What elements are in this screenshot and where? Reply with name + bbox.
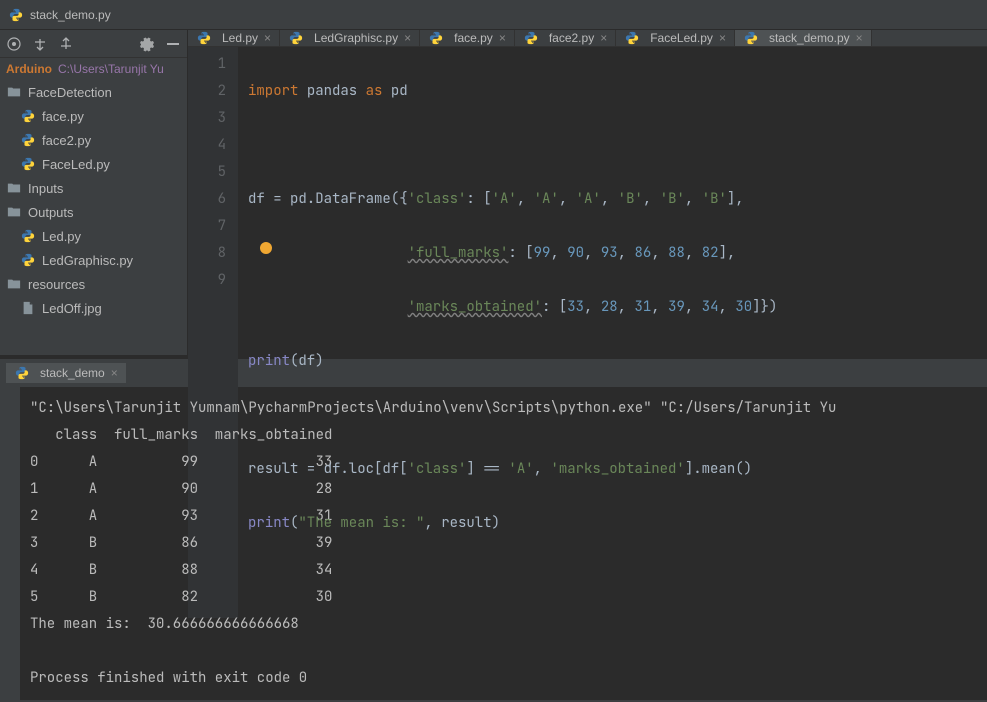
tree-item-label: face.py [42, 109, 84, 124]
tree-item[interactable]: Outputs [0, 200, 187, 224]
project-sidebar: Arduino C:\Users\Tarunjit Yu FaceDetecti… [0, 30, 188, 355]
tab-label: face.py [454, 31, 493, 45]
console-gutter [0, 387, 20, 700]
line-number: 4 [188, 132, 226, 159]
editor-tab[interactable]: LedGraphisc.py × [280, 30, 420, 46]
line-number: 1 [188, 51, 226, 78]
line-number: 8 [188, 240, 226, 267]
close-icon[interactable]: × [719, 31, 726, 45]
close-icon[interactable]: × [404, 31, 411, 45]
tab-label: FaceLed.py [650, 31, 713, 45]
title-bar: stack_demo.py [0, 0, 987, 30]
tree-item[interactable]: face2.py [0, 128, 187, 152]
tab-label: stack_demo.py [769, 31, 850, 45]
tree-item[interactable]: LedOff.jpg [0, 296, 187, 320]
line-number: 3 [188, 105, 226, 132]
project-name: Arduino [6, 62, 52, 76]
project-tree[interactable]: FaceDetection face.py face2.py FaceLed.py In… [0, 80, 187, 355]
line-number: 5 [188, 159, 226, 186]
tree-item[interactable]: resources [0, 272, 187, 296]
python-file-icon [743, 30, 759, 46]
close-icon[interactable]: × [499, 31, 506, 45]
close-icon[interactable]: × [111, 366, 118, 380]
tree-item-label: LedOff.jpg [42, 301, 102, 316]
tree-item[interactable]: LedGraphisc.py [0, 248, 187, 272]
python-file-icon [624, 30, 640, 46]
hide-icon[interactable] [165, 36, 181, 52]
tree-item-label: FaceLed.py [42, 157, 110, 172]
line-number: 2 [188, 78, 226, 105]
tree-item-label: resources [28, 277, 85, 292]
editor-tab[interactable]: FaceLed.py × [616, 30, 735, 46]
run-tab-stack-demo[interactable]: stack_demo × [6, 363, 126, 383]
collapse-all-icon[interactable] [32, 36, 48, 52]
project-path: C:\Users\Tarunjit Yu [58, 62, 164, 76]
python-file-icon [196, 30, 212, 46]
python-file-icon [20, 108, 36, 124]
folder-icon [6, 180, 22, 196]
intention-bulb-icon[interactable] [260, 242, 272, 254]
expand-all-icon[interactable] [58, 36, 74, 52]
python-file-icon [20, 132, 36, 148]
target-icon[interactable] [6, 36, 22, 52]
line-number: 6 [188, 186, 226, 213]
tree-item-label: FaceDetection [28, 85, 112, 100]
python-file-icon [20, 156, 36, 172]
project-root[interactable]: Arduino C:\Users\Tarunjit Yu [0, 58, 187, 80]
editor-tab[interactable]: stack_demo.py × [735, 30, 872, 46]
python-file-icon [523, 30, 539, 46]
line-number: 9 [188, 267, 226, 294]
tree-item-label: Led.py [42, 229, 81, 244]
tree-item-label: face2.py [42, 133, 91, 148]
code-content[interactable]: import pandas as pd df = pd.DataFrame({'… [238, 47, 777, 618]
line-number: 7 [188, 213, 226, 240]
tree-item-label: Outputs [28, 205, 74, 220]
tab-label: Led.py [222, 31, 258, 45]
python-file-icon [20, 252, 36, 268]
editor-tab[interactable]: face2.py × [515, 30, 616, 46]
python-file-icon [8, 7, 24, 23]
editor-pane: Led.py×LedGraphisc.py×face.py×face2.py×F… [188, 30, 987, 355]
python-file-icon [428, 30, 444, 46]
tab-label: LedGraphisc.py [314, 31, 398, 45]
close-icon[interactable]: × [264, 31, 271, 45]
folder-icon [6, 84, 22, 100]
sidebar-toolbar [0, 30, 187, 58]
tree-item[interactable]: Led.py [0, 224, 187, 248]
tree-item[interactable]: FaceLed.py [0, 152, 187, 176]
code-editor[interactable]: 123456789 import pandas as pd df = pd.Da… [188, 47, 987, 618]
folder-icon [6, 204, 22, 220]
tree-item[interactable]: FaceDetection [0, 80, 187, 104]
settings-icon[interactable] [139, 36, 155, 52]
run-tab-label: stack_demo [40, 366, 105, 380]
tab-label: face2.py [549, 31, 594, 45]
tree-item-label: Inputs [28, 181, 63, 196]
python-file-icon [20, 228, 36, 244]
editor-tab[interactable]: Led.py × [188, 30, 280, 46]
folder-icon [6, 276, 22, 292]
window-title: stack_demo.py [30, 8, 111, 22]
file-icon [20, 300, 36, 316]
python-file-icon [288, 30, 304, 46]
tree-item[interactable]: Inputs [0, 176, 187, 200]
tree-item-label: LedGraphisc.py [42, 253, 133, 268]
close-icon[interactable]: × [600, 31, 607, 45]
tree-item[interactable]: face.py [0, 104, 187, 128]
close-icon[interactable]: × [856, 31, 863, 45]
editor-tab[interactable]: face.py × [420, 30, 515, 46]
editor-tabs[interactable]: Led.py×LedGraphisc.py×face.py×face2.py×F… [188, 30, 987, 47]
python-file-icon [14, 365, 30, 381]
